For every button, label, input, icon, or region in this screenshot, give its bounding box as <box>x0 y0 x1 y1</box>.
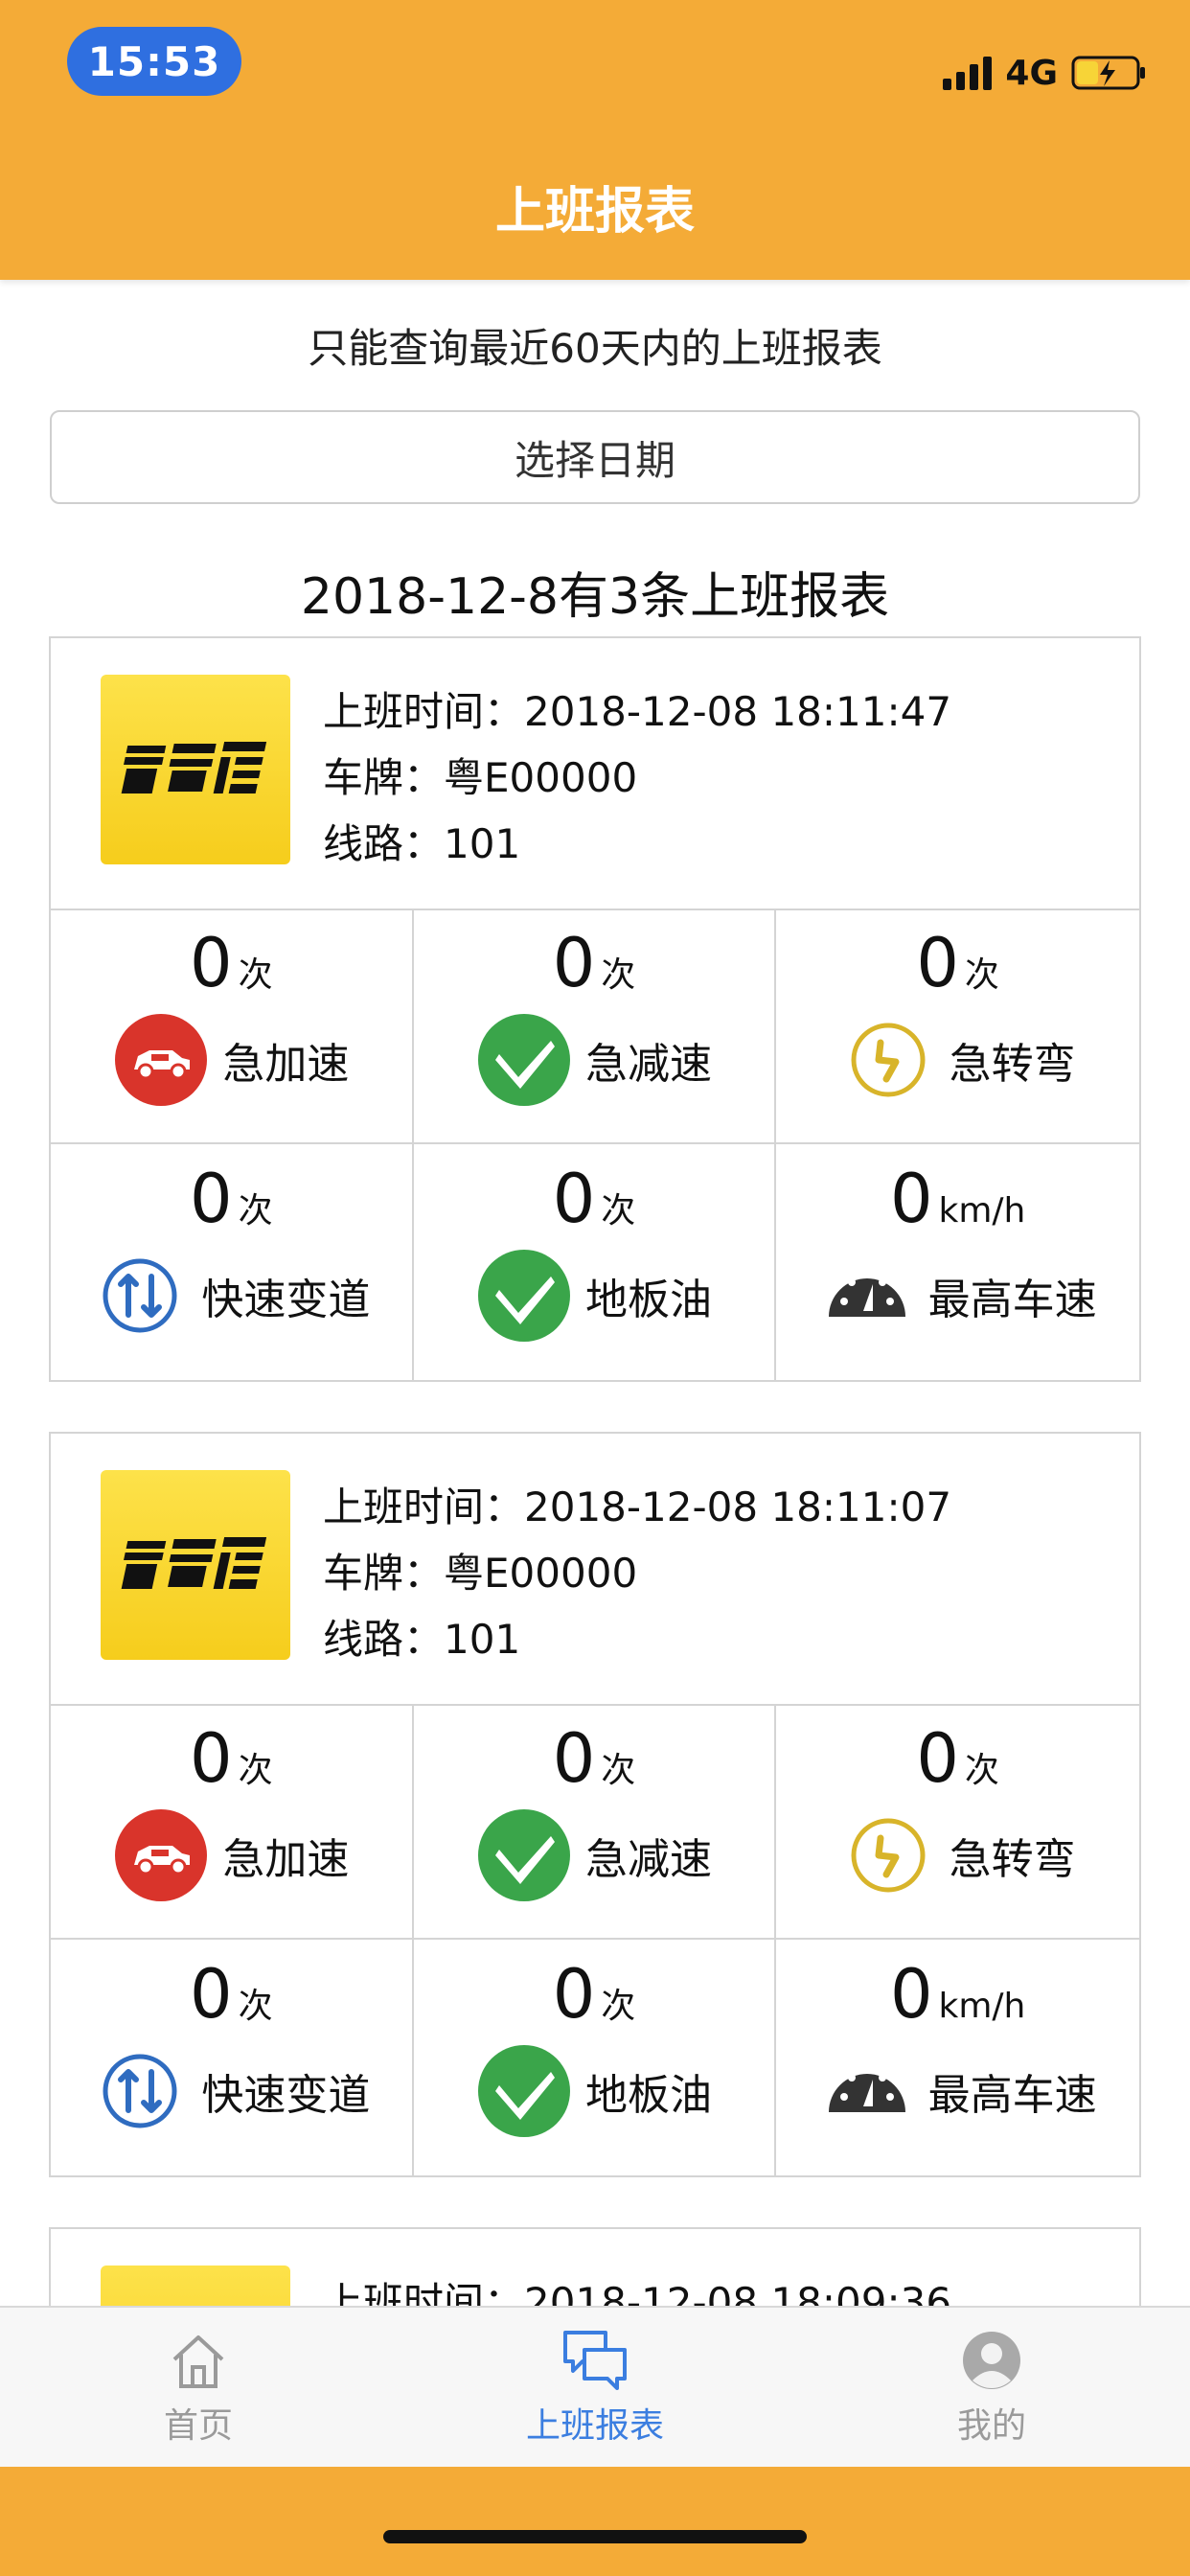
report-card[interactable]: 上班时间：2018-12-08 18:11:47 车牌：粤E00000 线路：1… <box>49 636 1141 1382</box>
brand-logo <box>101 675 290 864</box>
chat-icon <box>563 2331 627 2390</box>
battery-charging-icon <box>1071 56 1145 90</box>
metric-top-speed: 0 km/h 最高车速 <box>776 1144 1139 1380</box>
tab-work-report[interactable]: 上班报表 <box>397 2308 793 2467</box>
car-red-icon <box>115 1809 208 1901</box>
tab-bar: 首页 上班报表 我的 <box>0 2306 1190 2467</box>
metric-full-throttle: 0次 地板油 <box>414 1940 777 2175</box>
report-card-header: 上班时间：2018-12-08 18:11:47 车牌：粤E00000 线路：1… <box>51 638 1139 910</box>
route-row: 线路：101 <box>323 820 521 867</box>
tab-home[interactable]: 首页 <box>0 2308 397 2467</box>
report-summary: 2018-12-8有3条上班报表 <box>300 568 890 626</box>
speedometer-icon <box>828 1271 905 1317</box>
start-time-row: 上班时间：2018-12-08 18:11:47 <box>323 688 952 735</box>
metrics-grid: 0次 急加速 0次 急减速 0次 急转弯 0次 快速变道 0 次 地板油 0 k… <box>51 1704 1139 2175</box>
check-green-icon <box>477 2045 570 2137</box>
select-date-button[interactable]: 选择日期 <box>50 410 1140 504</box>
metric-sharp-turn: 0次 急转弯 <box>776 1704 1139 1940</box>
turn-yellow-icon <box>851 1023 926 1097</box>
brand-logo <box>101 1470 290 1660</box>
plate-row: 车牌：粤E00000 <box>323 1550 638 1597</box>
metric-fast-lane-change: 0次 快速变道 <box>51 1940 414 2175</box>
metric-sharp-turn: 0次 急转弯 <box>776 908 1139 1144</box>
check-green-icon <box>477 1250 570 1342</box>
check-green-icon <box>477 1809 570 1901</box>
report-info: 上班时间：2018-12-08 18:11:07 车牌：粤E00000 线路：1… <box>323 1474 951 1672</box>
metric-full-throttle: 0次 地板油 <box>414 1144 777 1380</box>
turn-yellow-icon <box>851 1818 926 1893</box>
metric-hard-acceleration: 0次 急加速 <box>51 1704 414 1940</box>
report-card-header: 上班时间：2018-12-08 18:11:07 车牌：粤E00000 线路：1… <box>51 1434 1139 1706</box>
plate-value: 粤E00000 <box>444 754 638 801</box>
report-card[interactable]: 上班时间：2018-12-08 18:11:07 车牌：粤E00000 线路：1… <box>49 1432 1141 2177</box>
home-icon <box>172 2335 224 2388</box>
start-time-row: 上班时间：2018-12-08 18:11:07 <box>323 1484 952 1530</box>
tab-mine[interactable]: 我的 <box>793 2308 1190 2467</box>
car-red-icon <box>115 1014 208 1106</box>
query-notice: 只能查询最近60天内的上班报表 <box>308 325 882 372</box>
cellular-signal-icon <box>943 56 993 90</box>
metric-top-speed: 0 km/h 最高车速 <box>776 1940 1139 2175</box>
lane-change-icon <box>103 2054 177 2128</box>
top-bar: 15:53 4G 上班报表 <box>0 0 1190 280</box>
plate-row: 车牌：粤E00000 <box>323 754 638 801</box>
status-indicators: 4G <box>943 50 1148 96</box>
status-time: 15:53 <box>67 27 241 96</box>
route-value: 101 <box>444 820 521 867</box>
plate-value: 粤E00000 <box>444 1550 638 1597</box>
metrics-grid: 0次 急加速 0次 急减速 0次 急转弯 0次 快速变道 0 次 地板油 0 k… <box>51 908 1139 1380</box>
start-time-value: 2018-12-08 18:11:47 <box>524 688 952 735</box>
report-info: 上班时间：2018-12-08 18:11:47 车牌：粤E00000 线路：1… <box>323 678 951 877</box>
metric-hard-acceleration: 0次 急加速 <box>51 908 414 1144</box>
route-value: 101 <box>444 1616 521 1663</box>
page-title: 上班报表 <box>494 183 695 241</box>
metric-fast-lane-change: 0次 快速变道 <box>51 1144 414 1380</box>
speedometer-icon <box>828 2066 905 2112</box>
bottom-safe-area <box>0 2467 1190 2576</box>
lane-change-icon <box>103 1258 177 1333</box>
home-indicator[interactable] <box>383 2530 807 2543</box>
route-row: 线路：101 <box>323 1616 521 1663</box>
check-green-icon <box>477 1014 570 1106</box>
network-type: 4G <box>1005 53 1058 93</box>
metric-hard-braking: 0次 急减速 <box>413 1704 777 1940</box>
user-icon <box>963 2332 1020 2389</box>
start-time-value: 2018-12-08 18:11:07 <box>524 1484 952 1530</box>
metric-hard-braking: 0次 急减速 <box>413 908 777 1144</box>
